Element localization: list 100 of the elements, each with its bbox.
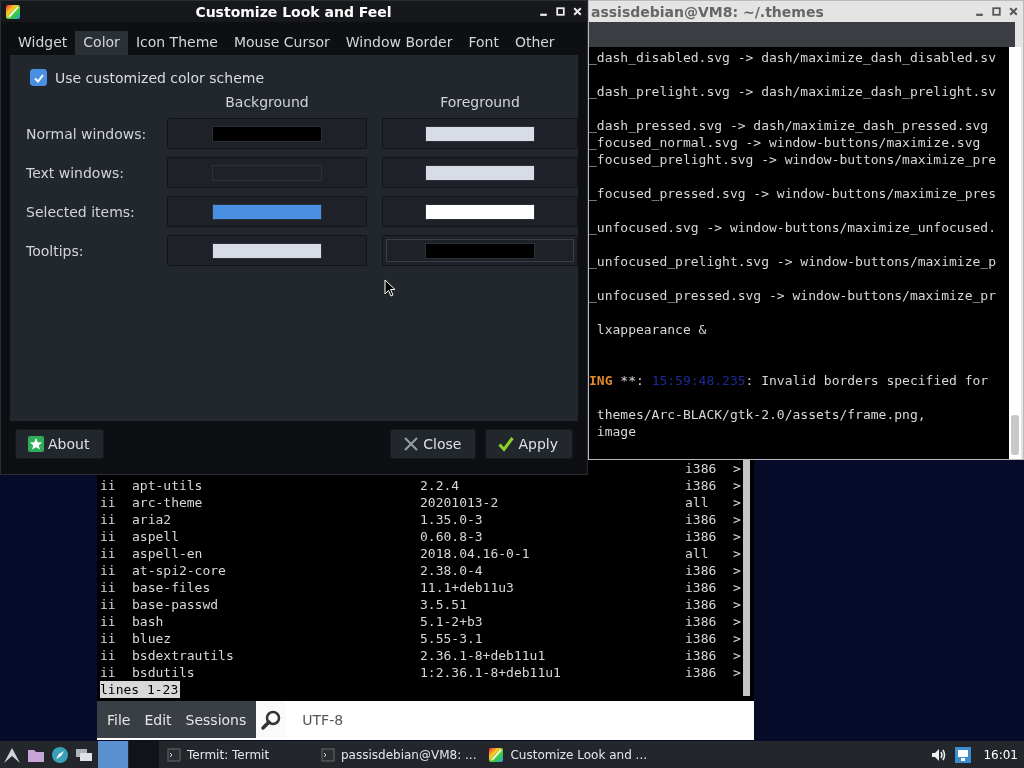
search-icon	[260, 708, 283, 731]
package-arch: i386	[685, 478, 717, 493]
column-header: Foreground	[439, 94, 521, 110]
status-cell: ii	[100, 665, 116, 680]
package-version: 1.35.0-3	[420, 512, 483, 527]
color-button[interactable]	[167, 157, 367, 188]
window-title: assisdebian@VM8: ~/.themes	[591, 3, 824, 20]
timestamp: 15:59:48.235	[651, 373, 746, 388]
package-version: 2.2.4	[420, 478, 460, 493]
taskbar-button[interactable]: Customize Look and ...	[484, 743, 652, 766]
package-arch: i386	[685, 580, 717, 595]
dialog-button[interactable]: About	[15, 429, 105, 459]
package-arch: i386	[685, 529, 717, 544]
color-button[interactable]	[167, 118, 367, 149]
package-version: 1:2.36.1-8+deb11u1	[420, 665, 561, 680]
terminal-line: _dash_prelight.svg -> dash/maximize_dash_prelight.sv	[589, 83, 997, 100]
checkmark-icon	[498, 436, 515, 452]
status-cell: ii	[100, 478, 116, 493]
row-label: Normal windows:	[26, 125, 148, 142]
terminal-line: _dash_disabled.svg -> dash/maximize_dash_disabled.sv	[589, 49, 997, 66]
star-icon	[28, 436, 44, 452]
color-button[interactable]	[382, 235, 578, 266]
overflow-marker: >	[733, 512, 741, 527]
color-button[interactable]	[382, 196, 578, 227]
package-arch: all	[685, 495, 709, 510]
package-arch: i386	[685, 665, 717, 680]
tab[interactable]: Icon Theme	[127, 31, 226, 55]
compass-icon[interactable]	[50, 744, 70, 765]
tab[interactable]: Font	[460, 31, 507, 55]
package-version: 3.5.51	[420, 597, 467, 612]
terminal-line: _focused_prelight.svg -> window-buttons/maximize_pre	[589, 151, 997, 168]
package-arch: i386	[685, 512, 717, 527]
package-version: 0.60.8-3	[420, 529, 483, 544]
package-arch: i386	[685, 614, 717, 629]
row-label: Tooltips:	[26, 242, 85, 259]
menu-item[interactable]: Edit	[144, 711, 172, 728]
menu-item[interactable]: Sessions	[185, 711, 247, 728]
status-cell: ii	[100, 495, 116, 510]
terminal-icon	[321, 747, 335, 762]
package-name: aria2	[132, 512, 172, 527]
terminal-line: _unfocused.svg -> window-buttons/maximize_unfocused.	[589, 219, 997, 236]
checkbox-label: Use customized color scheme	[55, 69, 264, 86]
mouse-pointer-icon	[384, 279, 396, 297]
package-name: aspell-en	[132, 546, 203, 561]
terminal-line: _dash_pressed.svg -> dash/maximize_dash_pressed.svg	[589, 117, 990, 134]
tab[interactable]: Widget	[10, 31, 76, 55]
package-name: at-spi2-core	[132, 563, 226, 578]
package-arch: i386	[685, 461, 717, 476]
palette-icon	[488, 746, 505, 763]
color-button[interactable]	[382, 118, 578, 149]
package-name: bash	[132, 614, 164, 629]
app-icon	[5, 3, 21, 20]
package-version: 5.1-2+b3	[420, 614, 483, 629]
tab[interactable]: Mouse Cursor	[225, 31, 338, 55]
tab[interactable]: Color	[75, 31, 128, 55]
overflow-marker: >	[733, 631, 741, 646]
status-cell: ii	[100, 546, 116, 561]
scrollbar-thumb[interactable]	[743, 460, 750, 696]
checkbox[interactable]	[30, 69, 47, 86]
overflow-marker: >	[733, 614, 741, 629]
color-button[interactable]	[167, 196, 367, 227]
overflow-marker: >	[733, 529, 741, 544]
clock[interactable]: 16:01	[983, 747, 1018, 762]
dialog-button[interactable]: Apply	[485, 429, 573, 459]
menu-item[interactable]: File	[107, 711, 131, 728]
status-cell: ii	[100, 648, 116, 663]
scrollbar-thumb[interactable]	[1011, 415, 1019, 455]
package-version: 2.36.1-8+deb11u1	[420, 648, 546, 663]
package-name: arc-theme	[132, 495, 203, 510]
package-arch: i386	[685, 648, 717, 663]
terminal-line: _focused_pressed.svg -> window-buttons/maximize_pres	[589, 185, 997, 202]
tab[interactable]: Other	[506, 31, 563, 55]
package-version: 2018.04.16-0-1	[420, 546, 530, 561]
taskbar-button[interactable]: Termit: Termit	[163, 743, 313, 766]
package-name: base-passwd	[132, 597, 219, 612]
status-cell: ii	[100, 529, 116, 544]
taskbar-button[interactable]: passisdebian@VM8: ...	[317, 743, 481, 766]
package-name: base-files	[132, 580, 211, 595]
overflow-marker: >	[733, 665, 741, 680]
color-button[interactable]	[382, 157, 578, 188]
color-button[interactable]	[167, 235, 367, 266]
row-label: Selected items:	[26, 203, 136, 220]
overflow-marker: >	[733, 495, 741, 510]
terminal-line: image	[595, 423, 637, 440]
tab[interactable]: Window Border	[337, 31, 461, 55]
terminal-line: _unfocused_pressed.svg -> window-buttons/maximize_pr	[589, 287, 997, 304]
window-title: Customize Look and Feel	[194, 3, 393, 20]
overflow-marker: >	[733, 648, 741, 663]
row-label: Text windows:	[26, 164, 125, 181]
package-arch: all	[685, 546, 709, 561]
overflow-marker: >	[733, 580, 741, 595]
search-button[interactable]	[256, 701, 287, 738]
warning-label: ING	[589, 373, 613, 388]
terminal-line: _focused_normal.svg -> window-buttons/maximize.svg	[589, 134, 982, 151]
package-name: aspell	[132, 529, 179, 544]
status-cell: ii	[100, 614, 116, 629]
dialog-button[interactable]: Close	[390, 429, 477, 459]
package-version: 2.38.0-4	[420, 563, 483, 578]
network-icon[interactable]	[953, 744, 974, 765]
package-name: apt-utils	[132, 478, 203, 493]
